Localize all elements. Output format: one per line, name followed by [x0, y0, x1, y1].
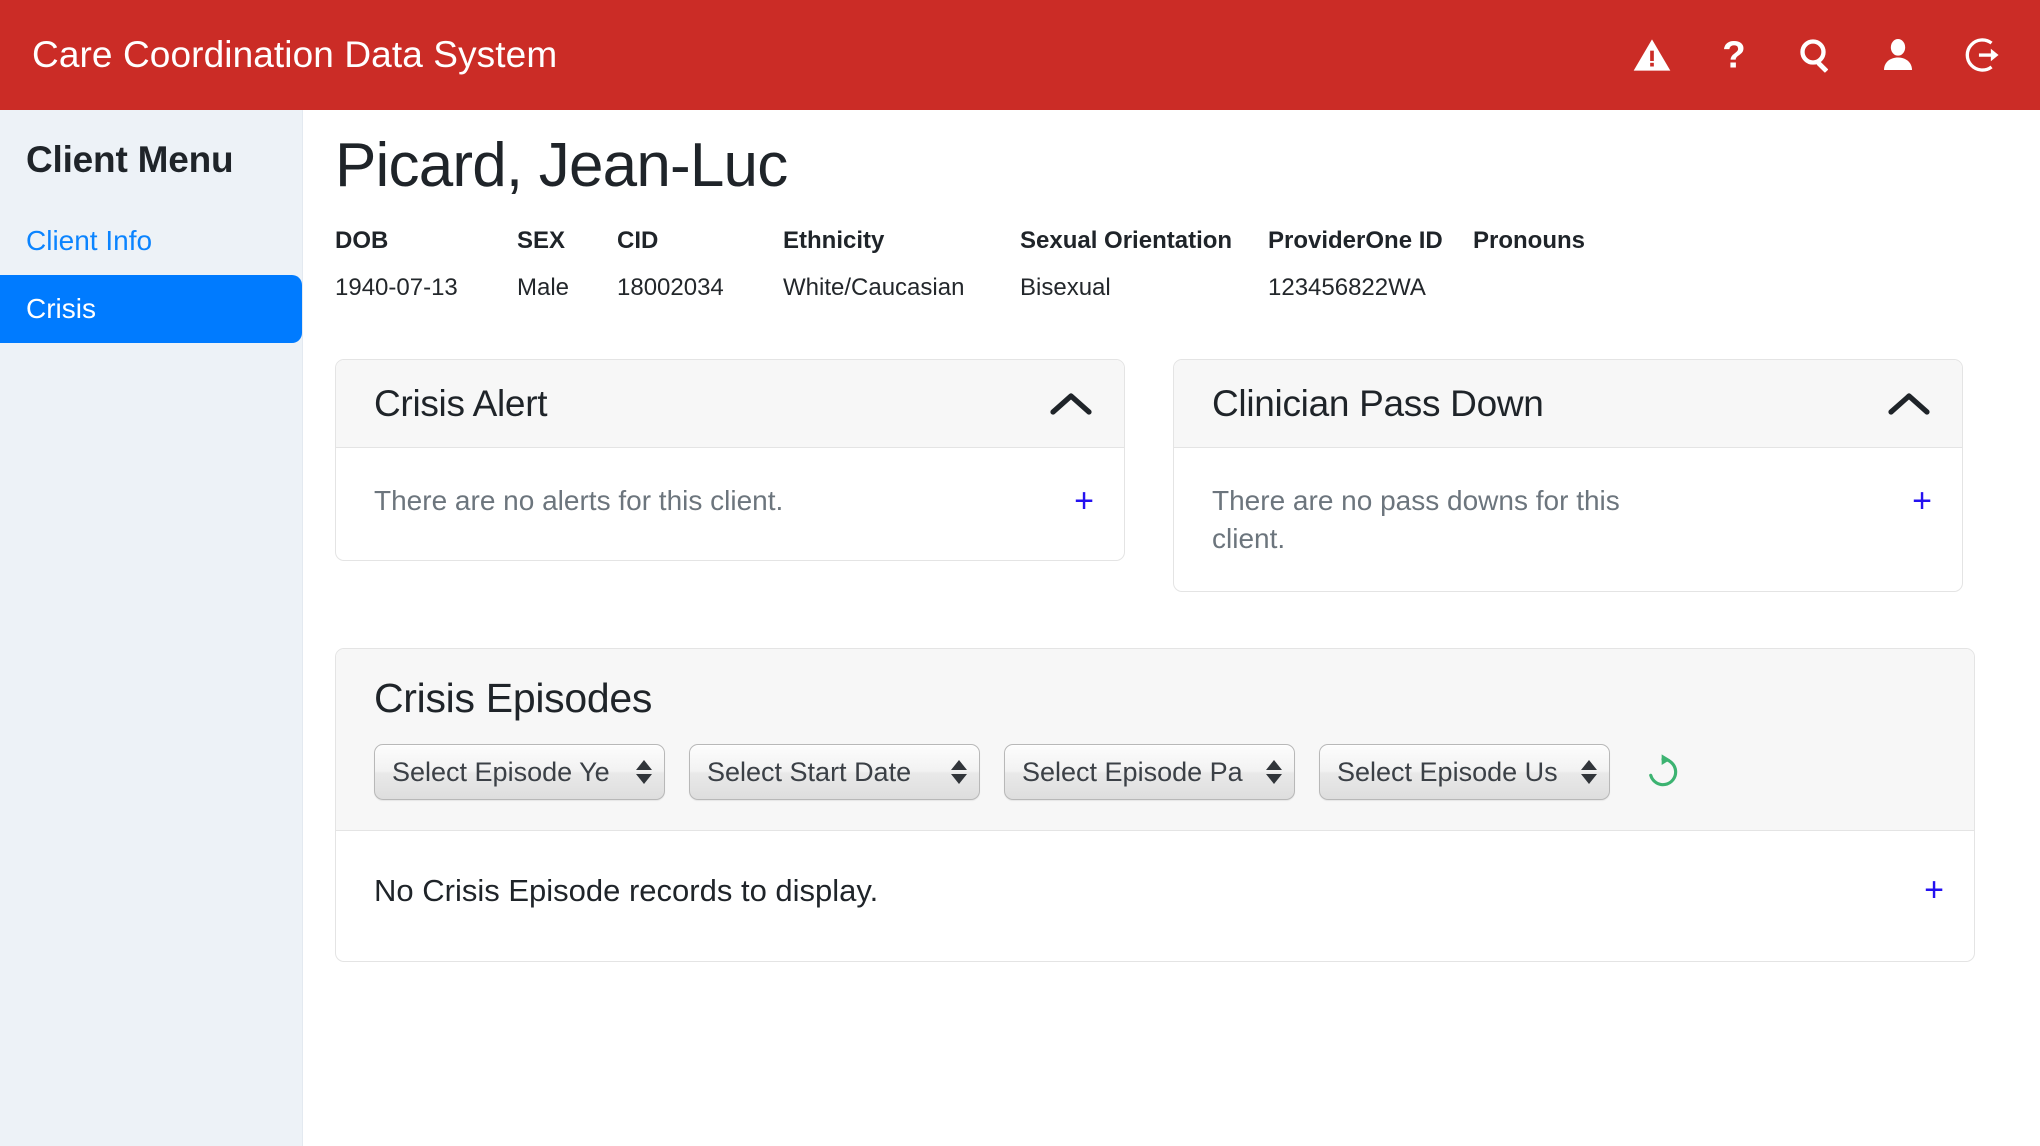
stepper-arrows-icon: [636, 760, 652, 785]
episode-participant-select[interactable]: Select Episode Pa: [1004, 744, 1295, 801]
demographic-value: 1940-07-13: [335, 273, 458, 301]
demographic-ethnicity: Ethnicity White/Caucasian: [783, 222, 1020, 308]
page-body: Client Menu Client Info Crisis Picard, J…: [0, 110, 2040, 1146]
demographic-label: ProviderOne ID: [1268, 226, 1443, 254]
logout-icon[interactable]: [1954, 29, 2006, 81]
sidebar-item-crisis[interactable]: Crisis: [0, 275, 302, 344]
main-content: Picard, Jean-Luc DOB 1940-07-13 SEX Male…: [303, 110, 2040, 1146]
app-title: Care Coordination Data System: [32, 34, 558, 75]
summary-cards: Crisis Alert There are no alerts for thi…: [335, 359, 1988, 593]
sidebar: Client Menu Client Info Crisis: [0, 110, 303, 1146]
clinician-pass-down-title: Clinician Pass Down: [1212, 382, 1544, 424]
clinician-pass-down-card-header: Clinician Pass Down: [1174, 360, 1962, 449]
add-crisis-alert-button[interactable]: +: [1074, 482, 1094, 518]
demographic-value: Male: [517, 273, 570, 301]
episode-year-select-value: Select Episode Ye: [392, 756, 610, 787]
demographic-value: White/Caucasian: [783, 273, 965, 301]
user-icon[interactable]: [1872, 29, 1924, 81]
demographic-value: Bisexual: [1020, 273, 1111, 301]
help-icon[interactable]: ?: [1708, 29, 1760, 81]
client-demographics: DOB 1940-07-13 SEX Male CID 18002034 Eth…: [335, 222, 1988, 308]
start-date-select[interactable]: Select Start Date: [689, 744, 980, 801]
demographic-label: SEX: [517, 226, 566, 254]
episode-year-select[interactable]: Select Episode Ye: [374, 744, 665, 801]
demographic-label: Ethnicity: [783, 226, 885, 254]
clinician-pass-down-card-body: There are no pass downs for this client.…: [1174, 448, 1962, 591]
crisis-alert-card-body: There are no alerts for this client. +: [336, 448, 1124, 560]
clinician-pass-down-card: Clinician Pass Down There are no pass do…: [1173, 359, 1963, 593]
demographic-value: [1473, 269, 1653, 299]
crisis-alert-empty-message: There are no alerts for this client.: [374, 485, 784, 517]
crisis-episodes-panel: Crisis Episodes Select Episode Ye Select…: [335, 648, 1975, 963]
crisis-alert-card: Crisis Alert There are no alerts for thi…: [335, 359, 1125, 562]
crisis-alert-card-header: Crisis Alert: [336, 360, 1124, 449]
warning-icon[interactable]: [1626, 29, 1678, 81]
crisis-episodes-body: No Crisis Episode records to display. +: [336, 831, 1974, 961]
app-header: Care Coordination Data System ?: [0, 0, 2040, 110]
demographic-label: CID: [617, 226, 659, 254]
demographic-value: 18002034: [617, 273, 724, 301]
add-pass-down-button[interactable]: +: [1912, 482, 1932, 518]
demographic-label: Pronouns: [1473, 226, 1585, 254]
demographic-value: 123456822WA: [1268, 273, 1426, 301]
demographic-pronouns: Pronouns: [1473, 222, 1653, 299]
page-title: Picard, Jean-Luc: [335, 131, 788, 200]
episode-participant-select-value: Select Episode Pa: [1022, 756, 1243, 787]
sidebar-menu: Client Info Crisis: [0, 207, 302, 344]
refresh-icon[interactable]: [1640, 749, 1686, 795]
clinician-pass-down-empty-message: There are no pass downs for this client.: [1212, 485, 1620, 554]
svg-text:?: ?: [1722, 35, 1745, 75]
demographic-cid: CID 18002034: [617, 222, 783, 308]
sidebar-item-client-info[interactable]: Client Info: [0, 207, 302, 275]
demographic-providerone-id: ProviderOne ID 123456822WA: [1268, 222, 1473, 308]
demographic-label: DOB: [335, 226, 389, 254]
search-icon[interactable]: [1790, 29, 1842, 81]
crisis-episodes-filters: Select Episode Ye Select Start Date Sele…: [374, 744, 1944, 801]
start-date-select-value: Select Start Date: [707, 756, 912, 787]
sidebar-title: Client Menu: [26, 139, 234, 180]
stepper-arrows-icon: [1266, 760, 1282, 785]
demographic-sexual-orientation: Sexual Orientation Bisexual: [1020, 222, 1268, 308]
stepper-arrows-icon: [1581, 760, 1597, 785]
app-header-actions: ?: [1626, 29, 2006, 81]
add-crisis-episode-button[interactable]: +: [1924, 871, 1944, 907]
crisis-episodes-header: Crisis Episodes Select Episode Ye Select…: [336, 649, 1974, 832]
demographic-label: Sexual Orientation: [1020, 226, 1233, 254]
demographic-sex: SEX Male: [517, 222, 617, 308]
crisis-episodes-empty-message: No Crisis Episode records to display.: [374, 873, 879, 909]
episode-user-select[interactable]: Select Episode Us: [1319, 744, 1610, 801]
demographic-dob: DOB 1940-07-13: [335, 222, 517, 308]
chevron-up-icon[interactable]: [1886, 381, 1932, 427]
episode-user-select-value: Select Episode Us: [1337, 756, 1558, 787]
crisis-alert-title: Crisis Alert: [374, 382, 548, 424]
chevron-up-icon[interactable]: [1048, 381, 1094, 427]
stepper-arrows-icon: [951, 760, 967, 785]
crisis-episodes-title: Crisis Episodes: [374, 675, 653, 722]
